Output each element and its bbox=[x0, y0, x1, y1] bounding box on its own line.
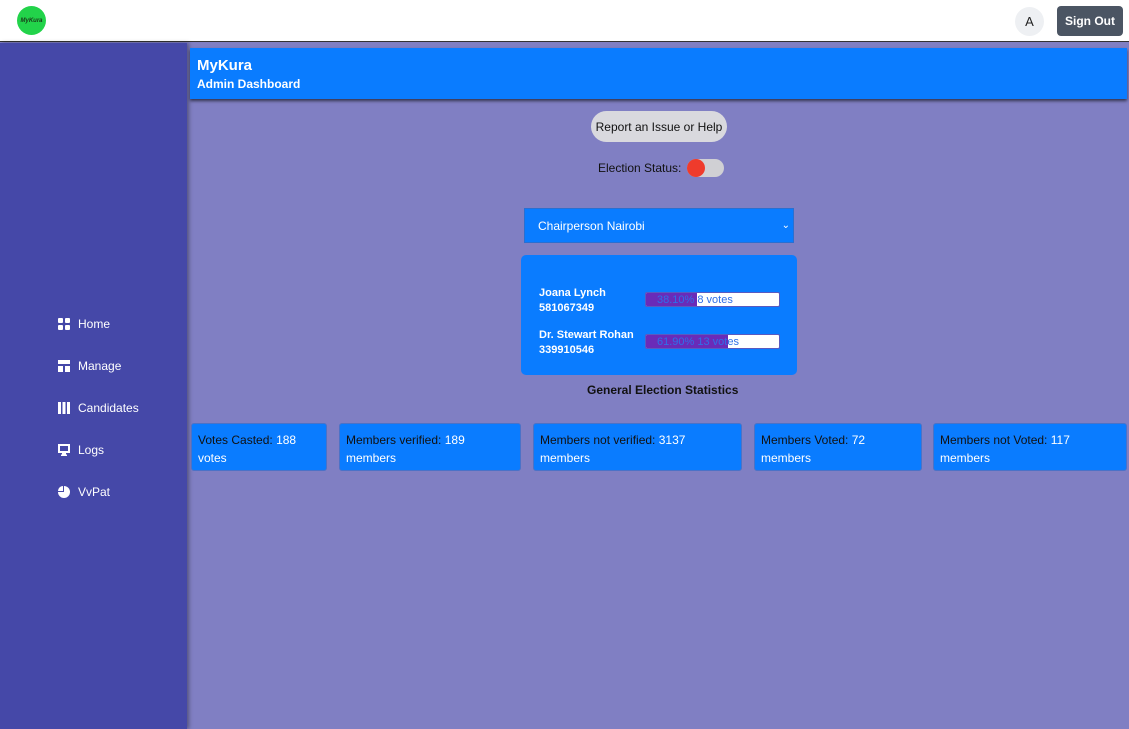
candidate-info: Dr. Stewart Rohan 339910546 bbox=[539, 328, 634, 358]
vote-progress-bar: 61.90% 13 votes bbox=[645, 334, 780, 349]
sidebar: Home Manage Candidates Logs VvPat bbox=[0, 43, 187, 729]
toggle-knob bbox=[687, 159, 706, 177]
sidebar-item-label: Manage bbox=[78, 359, 122, 373]
position-select[interactable]: Chairperson Nairobi ⌄ bbox=[524, 208, 794, 243]
results-card: Joana Lynch 581067349 38.10% 8 votes Dr.… bbox=[521, 255, 797, 375]
stat-card-members-not-voted: Members not Voted: 117 members bbox=[933, 423, 1127, 471]
layout-icon bbox=[58, 360, 70, 372]
stat-value: 188 bbox=[276, 433, 297, 447]
sign-out-button[interactable]: Sign Out bbox=[1057, 6, 1123, 36]
top-bar: MyKura A Sign Out bbox=[0, 0, 1129, 42]
sidebar-item-label: Logs bbox=[78, 443, 105, 457]
candidate-name: Dr. Stewart Rohan bbox=[539, 329, 634, 341]
report-issue-button[interactable]: Report an Issue or Help bbox=[591, 111, 727, 142]
sidebar-item-label: VvPat bbox=[78, 485, 111, 499]
page-header: MyKura Admin Dashboard bbox=[190, 48, 1127, 99]
sidebar-item-label: Home bbox=[78, 317, 111, 331]
page-title: MyKura bbox=[197, 57, 253, 74]
stat-value: 189 bbox=[444, 433, 465, 447]
stat-card-members-verified: Members verified: 189 members bbox=[339, 423, 521, 471]
stat-unit: members bbox=[940, 451, 991, 465]
pie-chart-icon bbox=[58, 486, 70, 498]
vote-percent: 61.90% bbox=[657, 336, 695, 348]
election-status: Election Status: bbox=[598, 159, 725, 177]
candidate-name: Joana Lynch bbox=[539, 287, 606, 299]
sidebar-item-candidates[interactable]: Candidates bbox=[58, 401, 139, 415]
columns-icon bbox=[58, 402, 70, 414]
candidate-id: 581067349 bbox=[539, 302, 595, 314]
stat-label: Members not Voted: bbox=[940, 433, 1048, 447]
sidebar-item-label: Candidates bbox=[78, 401, 139, 415]
sidebar-item-manage[interactable]: Manage bbox=[58, 359, 121, 373]
candidate-info: Joana Lynch 581067349 bbox=[539, 286, 606, 316]
position-select-value: Chairperson Nairobi bbox=[538, 218, 645, 233]
vote-count: 8 votes bbox=[697, 294, 733, 306]
election-status-label: Election Status: bbox=[598, 161, 682, 175]
vote-count: 13 votes bbox=[697, 336, 739, 348]
stat-label: Members not verified: bbox=[540, 433, 656, 447]
logo-text: MyKura bbox=[20, 17, 43, 24]
avatar-initial: A bbox=[1025, 14, 1034, 29]
grid-icon bbox=[58, 318, 70, 330]
sidebar-item-logs[interactable]: Logs bbox=[58, 443, 104, 457]
stat-value: 72 bbox=[851, 433, 866, 447]
stat-card-members-not-verified: Members not verified: 3137 members bbox=[533, 423, 742, 471]
stat-label: Votes Casted: bbox=[198, 433, 273, 447]
candidate-id: 339910546 bbox=[539, 344, 595, 356]
stats-title: General Election Statistics bbox=[587, 383, 739, 397]
stat-unit: members bbox=[346, 451, 397, 465]
vote-progress-text: 61.90% 13 votes bbox=[657, 336, 739, 348]
chevron-down-icon: ⌄ bbox=[781, 220, 790, 231]
app-logo[interactable]: MyKura bbox=[17, 6, 46, 35]
stat-label: Members verified: bbox=[346, 433, 442, 447]
stat-card-votes-casted: Votes Casted: 188 votes bbox=[191, 423, 327, 471]
vote-progress-text: 38.10% 8 votes bbox=[657, 294, 733, 306]
avatar[interactable]: A bbox=[1015, 7, 1044, 36]
stat-unit: members bbox=[761, 451, 812, 465]
sidebar-item-vvpat[interactable]: VvPat bbox=[58, 485, 110, 499]
vote-progress-bar: 38.10% 8 votes bbox=[645, 292, 780, 307]
page-subtitle: Admin Dashboard bbox=[197, 77, 301, 91]
stat-unit: members bbox=[540, 451, 591, 465]
monitor-icon bbox=[58, 444, 70, 456]
stat-unit: votes bbox=[198, 451, 227, 465]
stat-value: 3137 bbox=[658, 433, 686, 447]
election-status-toggle[interactable] bbox=[687, 159, 725, 177]
vote-percent: 38.10% bbox=[657, 294, 695, 306]
stat-label: Members Voted: bbox=[761, 433, 849, 447]
stat-value: 117 bbox=[1050, 433, 1070, 447]
sidebar-item-home[interactable]: Home bbox=[58, 317, 110, 331]
stat-card-members-voted: Members Voted: 72 members bbox=[754, 423, 922, 471]
